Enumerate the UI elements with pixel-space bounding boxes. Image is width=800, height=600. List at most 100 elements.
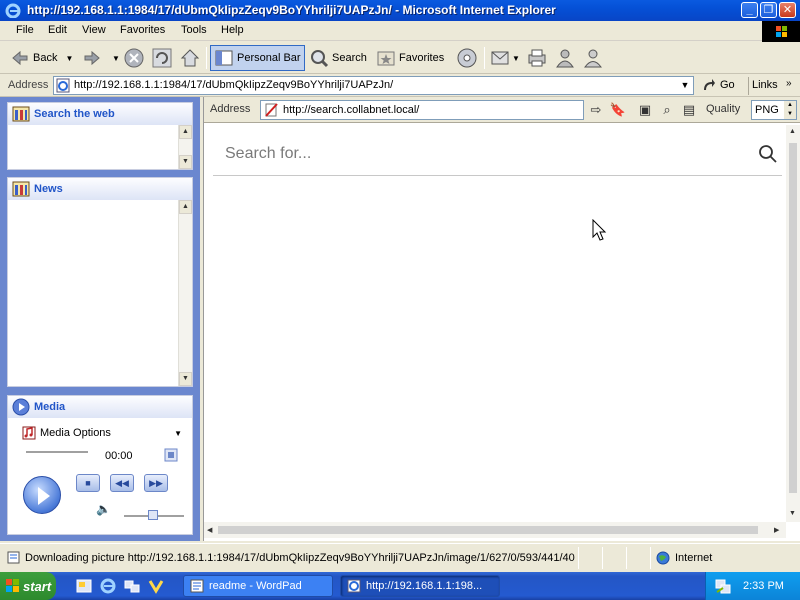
address-input[interactable]: http://192.168.1.1:1984/17/dUbmQkIipzZeq… bbox=[53, 76, 694, 95]
menu-tools[interactable]: Tools bbox=[181, 24, 207, 36]
forward-dropdown-icon[interactable]: ▼ bbox=[112, 54, 120, 63]
menu-file[interactable]: File bbox=[16, 24, 34, 36]
task-label: readme - WordPad bbox=[209, 580, 302, 592]
personal-bar-pane: Search the web ▲ ▼ News ▲ ▼ Media Media … bbox=[0, 97, 200, 541]
media-play-button[interactable] bbox=[23, 476, 61, 514]
personal-bar-button[interactable]: Personal Bar bbox=[210, 45, 305, 71]
bookmark-icon[interactable]: 🔖 bbox=[609, 101, 627, 119]
start-button[interactable]: start bbox=[0, 572, 56, 600]
inner-address-label: Address bbox=[210, 103, 251, 115]
refresh-button[interactable] bbox=[151, 45, 173, 71]
media-button[interactable] bbox=[456, 45, 478, 71]
go-button[interactable]: Go bbox=[702, 78, 735, 92]
clipboard-icon[interactable]: ▤ bbox=[680, 101, 698, 119]
back-button[interactable]: Back ▼ bbox=[10, 45, 73, 71]
media-stop-button[interactable]: ■ bbox=[76, 474, 100, 492]
page-icon bbox=[56, 78, 70, 93]
search-web-icon bbox=[12, 106, 30, 122]
network-icon[interactable] bbox=[124, 578, 140, 594]
search-pane-scrollbar[interactable]: ▲ ▼ bbox=[178, 125, 192, 169]
scroll-down-icon[interactable]: ▼ bbox=[179, 372, 192, 386]
inner-address-input[interactable]: http://search.collabnet.local/ bbox=[260, 100, 584, 120]
content-horizontal-scrollbar[interactable]: ◀ ▶ bbox=[204, 522, 786, 538]
restore-button[interactable]: ❐ bbox=[760, 2, 777, 18]
mail-button[interactable]: ▼ bbox=[490, 45, 520, 71]
inner-go-arrow-icon[interactable]: ⇨ bbox=[587, 101, 605, 119]
show-desktop-icon[interactable] bbox=[76, 578, 92, 594]
page-view-icon[interactable]: ▣ bbox=[636, 101, 654, 119]
links-chevron-icon[interactable]: » bbox=[786, 78, 792, 89]
mail-dropdown-icon[interactable]: ▼ bbox=[512, 54, 520, 63]
menu-help[interactable]: Help bbox=[221, 24, 244, 36]
search-button[interactable]: Search bbox=[309, 45, 367, 71]
mouse-cursor-icon bbox=[592, 219, 607, 241]
scroll-left-icon[interactable]: ◀ bbox=[207, 526, 212, 534]
media-popout-icon[interactable] bbox=[164, 448, 178, 462]
scrollbar-thumb[interactable] bbox=[218, 526, 758, 534]
media-options-menu[interactable]: Media Options bbox=[22, 426, 111, 440]
title-bar[interactable]: http://192.168.1.1:1984/17/dUbmQkIipzZeq… bbox=[0, 0, 800, 21]
inner-address-bar: Address http://search.collabnet.local/ ⇨… bbox=[204, 97, 800, 123]
news-pane-scrollbar[interactable]: ▲ ▼ bbox=[178, 200, 192, 386]
menu-favorites[interactable]: Favorites bbox=[120, 24, 165, 36]
news-pane-header[interactable]: News bbox=[8, 178, 192, 200]
binoculars-icon[interactable]: ⌕ bbox=[658, 101, 676, 119]
minimize-button[interactable]: _ bbox=[741, 2, 758, 18]
links-button[interactable]: Links bbox=[752, 79, 778, 91]
scrollbar-thumb[interactable] bbox=[789, 143, 797, 493]
address-label: Address bbox=[8, 79, 49, 91]
search-input[interactable] bbox=[225, 142, 725, 166]
favorites-button[interactable]: Favorites bbox=[376, 45, 444, 71]
volume-speaker-icon[interactable]: 🔈 bbox=[96, 502, 111, 516]
status-text: Downloading picture http://192.168.1.1:1… bbox=[25, 552, 575, 564]
quality-select[interactable]: PNG ▲ ▼ bbox=[751, 100, 797, 120]
back-label: Back bbox=[33, 52, 58, 64]
scroll-up-icon[interactable]: ▲ bbox=[179, 200, 192, 214]
messenger-button[interactable] bbox=[554, 45, 576, 71]
menu-view[interactable]: View bbox=[82, 24, 106, 36]
system-tray: 2:33 PM bbox=[705, 572, 800, 600]
print-button[interactable] bbox=[526, 45, 548, 71]
content-vertical-scrollbar[interactable]: ▲ ▼ bbox=[786, 125, 800, 522]
contacts-button[interactable] bbox=[582, 45, 604, 71]
media-rewind-button[interactable]: ◀◀ bbox=[110, 474, 134, 492]
back-dropdown-icon[interactable]: ▼ bbox=[65, 54, 73, 63]
scroll-up-icon[interactable]: ▲ bbox=[179, 125, 192, 139]
taskbar: start readme - WordPad http://192.168.1.… bbox=[0, 572, 800, 600]
search-label: Search bbox=[332, 52, 367, 64]
back-arrow-icon bbox=[12, 50, 28, 66]
media-options-label: Media Options bbox=[40, 427, 111, 439]
media-options-dropdown-icon[interactable]: ▼ bbox=[174, 429, 182, 438]
media-seek-bar[interactable] bbox=[26, 451, 88, 453]
address-value: http://192.168.1.1:1984/17/dUbmQkIipzZeq… bbox=[74, 79, 394, 91]
task-internet-explorer[interactable]: http://192.168.1.1:198... bbox=[340, 575, 500, 597]
forward-button[interactable]: ▼ bbox=[82, 45, 120, 71]
scroll-down-icon[interactable]: ▼ bbox=[789, 510, 796, 517]
scroll-down-icon[interactable]: ▼ bbox=[179, 155, 192, 169]
scroll-right-icon[interactable]: ▶ bbox=[774, 526, 779, 534]
media-disc-icon bbox=[457, 48, 477, 68]
quality-spinner-icon[interactable]: ▲ ▼ bbox=[784, 101, 796, 119]
stop-button[interactable] bbox=[123, 45, 145, 71]
address-dropdown-icon[interactable]: ▼ bbox=[677, 77, 693, 94]
home-button[interactable] bbox=[179, 45, 201, 71]
search-icon[interactable] bbox=[758, 144, 778, 164]
search-pane-header[interactable]: Search the web bbox=[8, 103, 192, 125]
scroll-up-icon[interactable]: ▲ bbox=[789, 128, 796, 135]
messenger-quicklaunch-icon[interactable] bbox=[148, 578, 164, 594]
news-icon bbox=[12, 181, 30, 197]
task-wordpad[interactable]: readme - WordPad bbox=[183, 575, 333, 597]
volume-slider-knob[interactable] bbox=[148, 510, 158, 520]
close-button[interactable]: ✕ bbox=[779, 2, 796, 18]
internet-explorer-quicklaunch-icon[interactable] bbox=[100, 578, 116, 594]
media-forward-button[interactable]: ▶▶ bbox=[144, 474, 168, 492]
printer-icon bbox=[528, 49, 546, 67]
clock[interactable]: 2:33 PM bbox=[743, 580, 784, 592]
start-label: start bbox=[23, 578, 52, 594]
content-frame: Address http://search.collabnet.local/ ⇨… bbox=[203, 97, 800, 541]
network-connection-icon[interactable] bbox=[715, 578, 731, 594]
refresh-icon bbox=[152, 48, 172, 68]
address-bar: Address http://192.168.1.1:1984/17/dUbmQ… bbox=[0, 74, 800, 97]
menu-edit[interactable]: Edit bbox=[48, 24, 67, 36]
media-pane-header[interactable]: Media bbox=[8, 396, 192, 418]
